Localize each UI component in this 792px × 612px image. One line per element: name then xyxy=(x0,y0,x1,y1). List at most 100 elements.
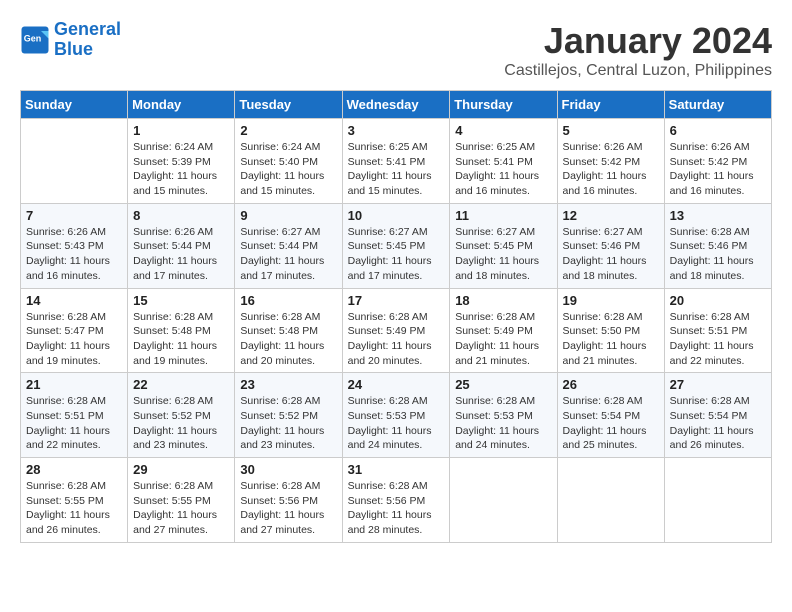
calendar-cell xyxy=(664,458,771,543)
day-number: 17 xyxy=(348,293,445,308)
cell-content: Sunrise: 6:24 AMSunset: 5:39 PMDaylight:… xyxy=(133,140,229,199)
calendar-cell: 22 Sunrise: 6:28 AMSunset: 5:52 PMDayligh… xyxy=(128,373,235,458)
cell-content: Sunrise: 6:28 AMSunset: 5:46 PMDaylight:… xyxy=(670,225,766,284)
cell-content: Sunrise: 6:24 AMSunset: 5:40 PMDaylight:… xyxy=(240,140,336,199)
day-number: 4 xyxy=(455,123,551,138)
calendar-header-row: SundayMondayTuesdayWednesdayThursdayFrid… xyxy=(21,91,772,119)
page-header: Gen General Blue January 2024 Castillejo… xyxy=(20,20,772,80)
cell-content: Sunrise: 6:25 AMSunset: 5:41 PMDaylight:… xyxy=(348,140,445,199)
calendar: SundayMondayTuesdayWednesdayThursdayFrid… xyxy=(20,90,772,543)
calendar-cell: 7Sunrise: 6:26 AMSunset: 5:43 PMDaylight… xyxy=(21,203,128,288)
day-number: 29 xyxy=(133,462,229,477)
day-number: 19 xyxy=(563,293,659,308)
day-number: 25 xyxy=(455,377,551,392)
cell-content: Sunrise: 6:28 AMSunset: 5:49 PMDaylight:… xyxy=(455,310,551,369)
calendar-week-5: 28 Sunrise: 6:28 AMSunset: 5:55 PMDayligh… xyxy=(21,458,772,543)
day-header-monday: Monday xyxy=(128,91,235,119)
calendar-cell: 25 Sunrise: 6:28 AMSunset: 5:53 PMDayligh… xyxy=(450,373,557,458)
day-number: 24 xyxy=(348,377,445,392)
svg-text:Gen: Gen xyxy=(24,33,42,43)
cell-content: Sunrise: 6:26 AMSunset: 5:44 PMDaylight:… xyxy=(133,225,229,284)
cell-content: Sunrise: 6:27 AMSunset: 5:45 PMDaylight:… xyxy=(455,225,551,284)
cell-content: Sunrise: 6:28 AMSunset: 5:48 PMDaylight:… xyxy=(240,310,336,369)
day-number: 28 xyxy=(26,462,122,477)
cell-content: Sunrise: 6:28 AMSunset: 5:53 PMDaylight:… xyxy=(348,394,445,453)
day-number: 5 xyxy=(563,123,659,138)
cell-content: Sunrise: 6:25 AMSunset: 5:41 PMDaylight:… xyxy=(455,140,551,199)
day-number: 18 xyxy=(455,293,551,308)
calendar-cell: 28Sunrise: 6:28 AMSunset: 5:55 PMDayligh… xyxy=(21,458,128,543)
day-number: 27 xyxy=(670,377,766,392)
calendar-cell: 12 Sunrise: 6:27 AMSunset: 5:46 PMDayligh… xyxy=(557,203,664,288)
calendar-cell xyxy=(21,119,128,204)
day-number: 1 xyxy=(133,123,229,138)
day-number: 20 xyxy=(670,293,766,308)
day-number: 2 xyxy=(240,123,336,138)
day-number: 10 xyxy=(348,208,445,223)
day-number: 16 xyxy=(240,293,336,308)
month-title: January 2024 xyxy=(504,20,772,62)
day-header-saturday: Saturday xyxy=(664,91,771,119)
calendar-cell xyxy=(557,458,664,543)
cell-content: Sunrise: 6:28 AMSunset: 5:48 PMDaylight:… xyxy=(133,310,229,369)
day-number: 15 xyxy=(133,293,229,308)
title-area: January 2024 Castillejos, Central Luzon,… xyxy=(504,20,772,80)
calendar-cell: 13 Sunrise: 6:28 AMSunset: 5:46 PMDayligh… xyxy=(664,203,771,288)
cell-content: Sunrise: 6:28 AMSunset: 5:52 PMDaylight:… xyxy=(240,394,336,453)
calendar-cell: 30 Sunrise: 6:28 AMSunset: 5:56 PMDayligh… xyxy=(235,458,342,543)
day-number: 14 xyxy=(26,293,122,308)
calendar-cell: 20Sunrise: 6:28 AMSunset: 5:51 PMDayligh… xyxy=(664,288,771,373)
logo-line1: General xyxy=(54,19,121,39)
calendar-cell: 29 Sunrise: 6:28 AMSunset: 5:55 PMDayligh… xyxy=(128,458,235,543)
calendar-cell: 19 Sunrise: 6:28 AMSunset: 5:50 PMDayligh… xyxy=(557,288,664,373)
cell-content: Sunrise: 6:28 AMSunset: 5:53 PMDaylight:… xyxy=(455,394,551,453)
day-number: 13 xyxy=(670,208,766,223)
cell-content: Sunrise: 6:28 AMSunset: 5:56 PMDaylight:… xyxy=(240,479,336,538)
day-number: 21 xyxy=(26,377,122,392)
calendar-cell: 5Sunrise: 6:26 AMSunset: 5:42 PMDaylight… xyxy=(557,119,664,204)
cell-content: Sunrise: 6:27 AMSunset: 5:45 PMDaylight:… xyxy=(348,225,445,284)
calendar-cell: 3 Sunrise: 6:25 AMSunset: 5:41 PMDaylight… xyxy=(342,119,450,204)
calendar-cell xyxy=(450,458,557,543)
cell-content: Sunrise: 6:28 AMSunset: 5:47 PMDaylight:… xyxy=(26,310,122,369)
logo-icon: Gen xyxy=(20,25,50,55)
cell-content: Sunrise: 6:26 AMSunset: 5:42 PMDaylight:… xyxy=(670,140,766,199)
day-number: 22 xyxy=(133,377,229,392)
day-number: 30 xyxy=(240,462,336,477)
day-header-friday: Friday xyxy=(557,91,664,119)
day-number: 8 xyxy=(133,208,229,223)
cell-content: Sunrise: 6:28 AMSunset: 5:51 PMDaylight:… xyxy=(26,394,122,453)
day-header-sunday: Sunday xyxy=(21,91,128,119)
cell-content: Sunrise: 6:28 AMSunset: 5:50 PMDaylight:… xyxy=(563,310,659,369)
day-header-wednesday: Wednesday xyxy=(342,91,450,119)
calendar-cell: 1 Sunrise: 6:24 AMSunset: 5:39 PMDaylight… xyxy=(128,119,235,204)
cell-content: Sunrise: 6:28 AMSunset: 5:52 PMDaylight:… xyxy=(133,394,229,453)
calendar-week-2: 7Sunrise: 6:26 AMSunset: 5:43 PMDaylight… xyxy=(21,203,772,288)
calendar-cell: 2 Sunrise: 6:24 AMSunset: 5:40 PMDaylight… xyxy=(235,119,342,204)
cell-content: Sunrise: 6:26 AMSunset: 5:43 PMDaylight:… xyxy=(26,225,122,284)
cell-content: Sunrise: 6:27 AMSunset: 5:46 PMDaylight:… xyxy=(563,225,659,284)
cell-content: Sunrise: 6:28 AMSunset: 5:54 PMDaylight:… xyxy=(670,394,766,453)
day-header-tuesday: Tuesday xyxy=(235,91,342,119)
logo: Gen General Blue xyxy=(20,20,121,60)
day-number: 31 xyxy=(348,462,445,477)
calendar-cell: 27 Sunrise: 6:28 AMSunset: 5:54 PMDayligh… xyxy=(664,373,771,458)
calendar-cell: 6 Sunrise: 6:26 AMSunset: 5:42 PMDaylight… xyxy=(664,119,771,204)
day-number: 26 xyxy=(563,377,659,392)
day-number: 3 xyxy=(348,123,445,138)
day-header-thursday: Thursday xyxy=(450,91,557,119)
calendar-cell: 26Sunrise: 6:28 AMSunset: 5:54 PMDayligh… xyxy=(557,373,664,458)
calendar-cell: 14 Sunrise: 6:28 AMSunset: 5:47 PMDayligh… xyxy=(21,288,128,373)
calendar-cell: 18 Sunrise: 6:28 AMSunset: 5:49 PMDayligh… xyxy=(450,288,557,373)
cell-content: Sunrise: 6:28 AMSunset: 5:56 PMDaylight:… xyxy=(348,479,445,538)
calendar-cell: 23 Sunrise: 6:28 AMSunset: 5:52 PMDayligh… xyxy=(235,373,342,458)
day-number: 6 xyxy=(670,123,766,138)
calendar-cell: 4 Sunrise: 6:25 AMSunset: 5:41 PMDaylight… xyxy=(450,119,557,204)
day-number: 9 xyxy=(240,208,336,223)
cell-content: Sunrise: 6:28 AMSunset: 5:55 PMDaylight:… xyxy=(133,479,229,538)
calendar-week-3: 14 Sunrise: 6:28 AMSunset: 5:47 PMDayligh… xyxy=(21,288,772,373)
day-number: 23 xyxy=(240,377,336,392)
day-number: 12 xyxy=(563,208,659,223)
calendar-cell: 16 Sunrise: 6:28 AMSunset: 5:48 PMDayligh… xyxy=(235,288,342,373)
calendar-cell: 11Sunrise: 6:27 AMSunset: 5:45 PMDayligh… xyxy=(450,203,557,288)
